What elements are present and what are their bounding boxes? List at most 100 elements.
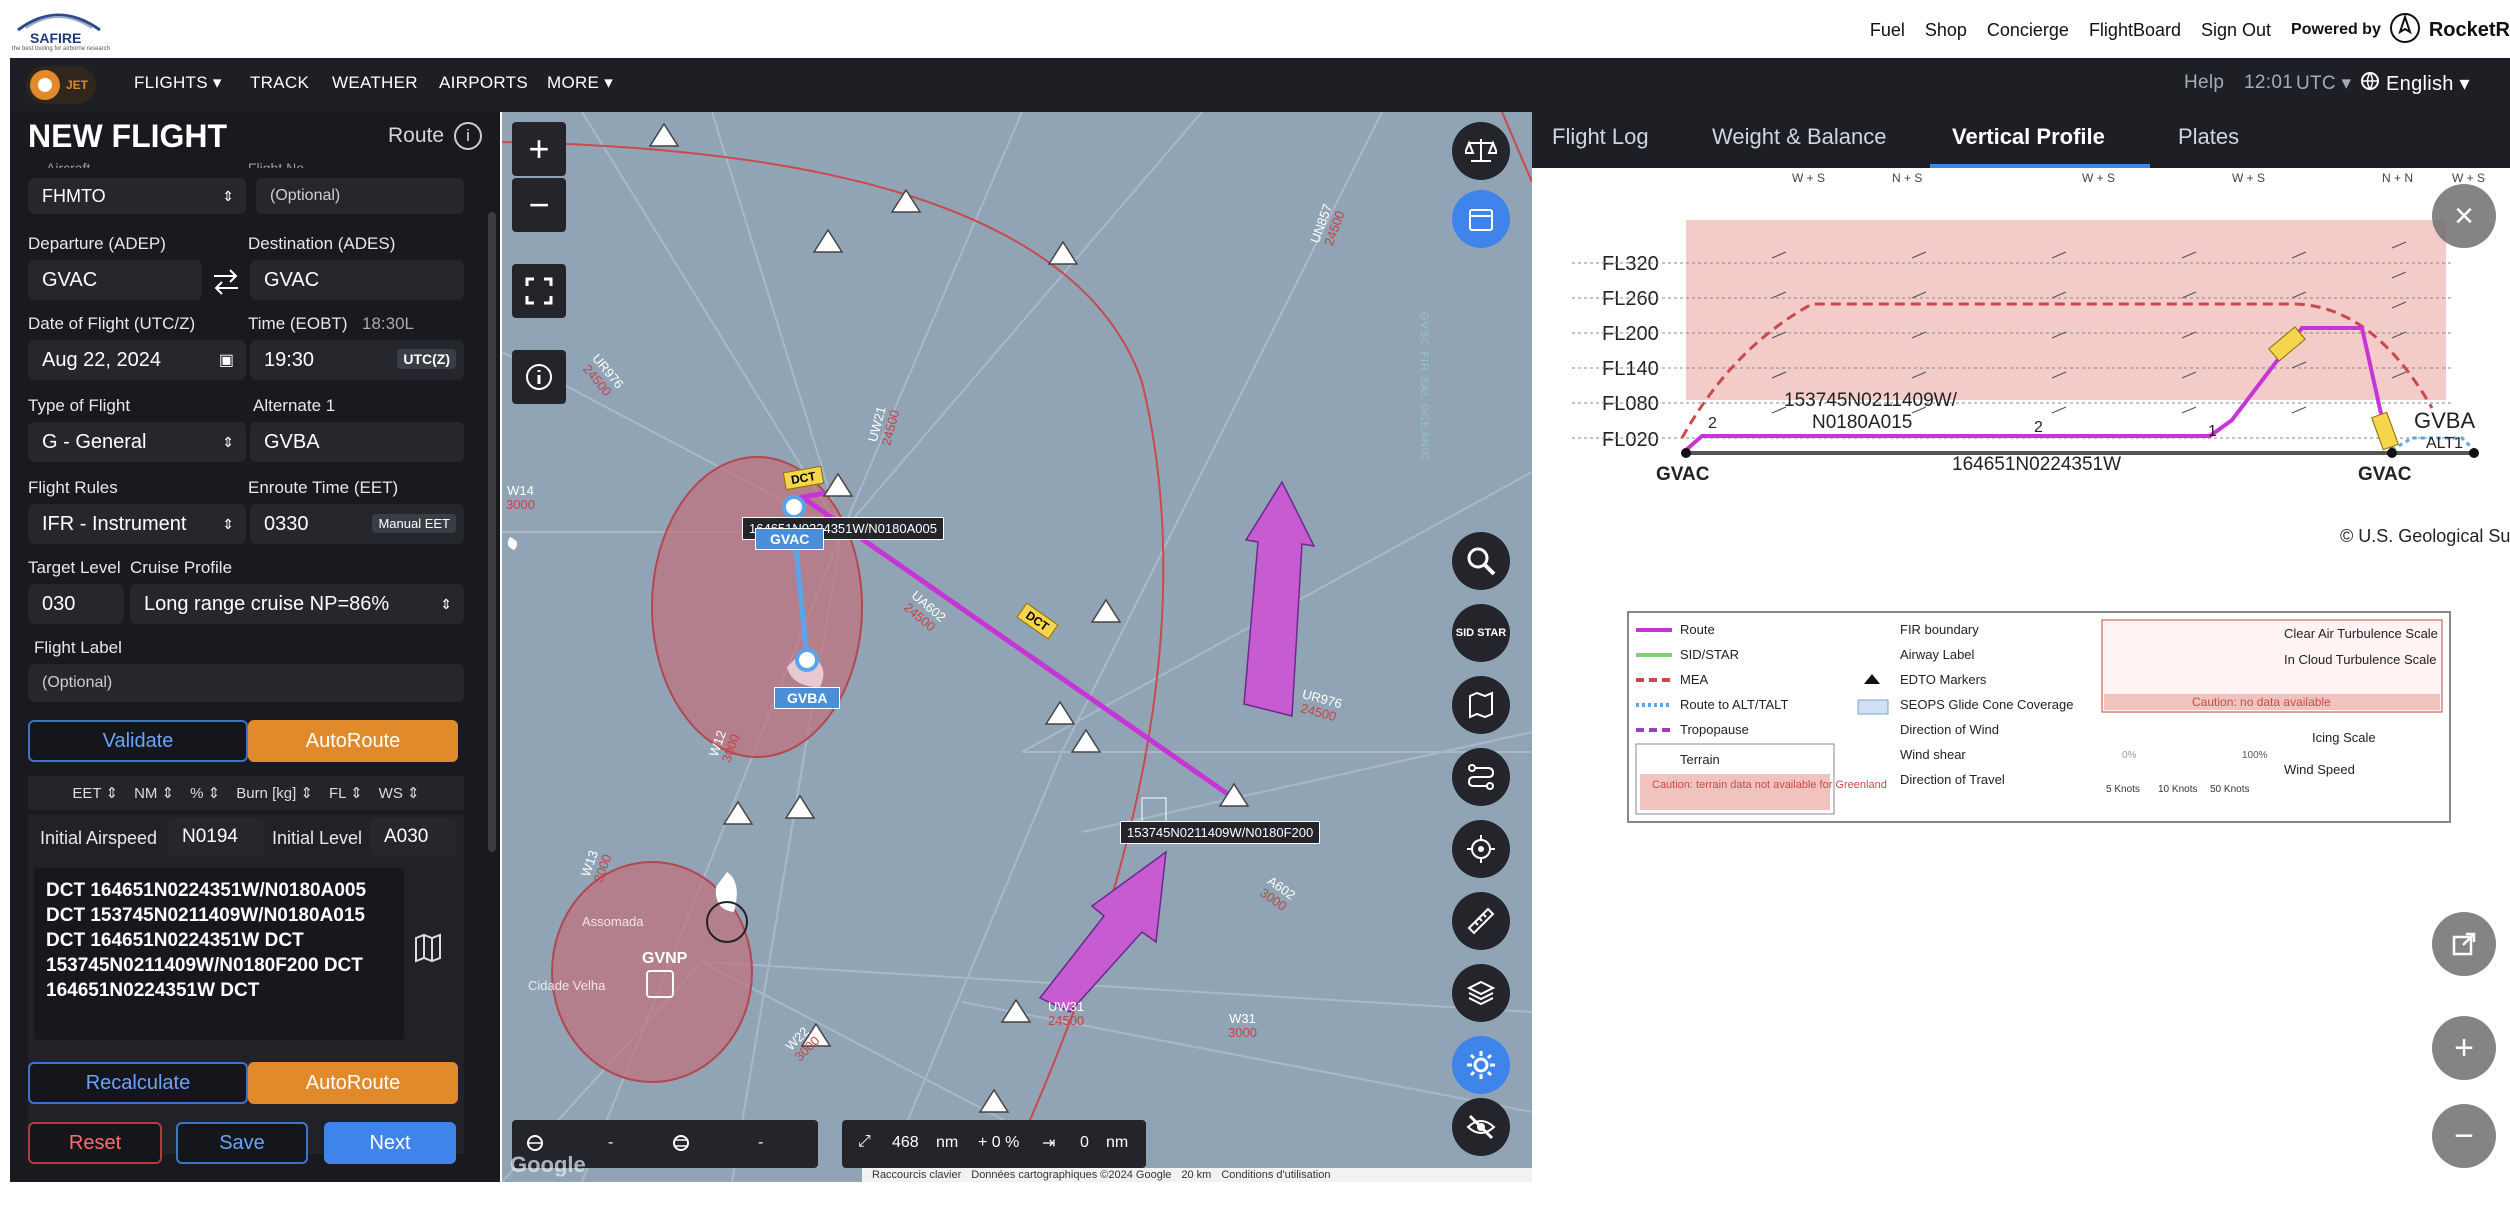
map-route-icon[interactable] bbox=[410, 930, 450, 970]
measure-button[interactable] bbox=[1452, 892, 1510, 950]
destination-input[interactable]: GVAC bbox=[250, 260, 464, 300]
svg-text:FL200: FL200 bbox=[1602, 323, 1659, 345]
nav-more[interactable]: MORE ▾ bbox=[547, 73, 613, 93]
shop-link[interactable]: Shop bbox=[1925, 20, 1967, 41]
alternate-input[interactable]: GVBA bbox=[250, 422, 464, 462]
nm-unit: nm bbox=[1106, 1134, 1129, 1151]
flightboard-link[interactable]: FlightBoard bbox=[2089, 20, 2181, 41]
reset-button[interactable]: Reset bbox=[28, 1122, 162, 1164]
col-fl[interactable]: FL ⇕ bbox=[329, 784, 363, 802]
zoom-out-fab[interactable]: − bbox=[2432, 1104, 2496, 1168]
nav-flights[interactable]: FLIGHTS ▾ bbox=[134, 73, 222, 93]
vertical-profile-panel: Flight Log Weight & Balance Vertical Pro… bbox=[1532, 112, 2510, 1182]
time-input[interactable]: 19:30 UTC(Z) bbox=[250, 340, 464, 380]
flight-map[interactable]: DCT DCT 164651N0224351W/N0180A005 153745… bbox=[502, 112, 1532, 1182]
airport-icon bbox=[646, 970, 674, 998]
aircraft-select[interactable]: FHMTO ⇕ bbox=[28, 178, 246, 214]
zoom-in-fab[interactable]: + bbox=[2432, 1016, 2496, 1080]
col-pct[interactable]: % ⇕ bbox=[190, 784, 220, 802]
open-external-button[interactable] bbox=[2432, 912, 2496, 976]
help-link[interactable]: Help bbox=[2184, 72, 2224, 94]
attr-shortcuts[interactable]: Raccourcis clavier bbox=[872, 1169, 961, 1181]
date-input[interactable]: Aug 22, 2024 ▣ bbox=[28, 340, 246, 380]
map-attribution: Raccourcis clavier Données cartographiqu… bbox=[862, 1168, 1532, 1182]
language-select[interactable]: English ▾ bbox=[2386, 71, 2470, 96]
layers-panel-button[interactable] bbox=[1452, 190, 1510, 248]
flat-globe-icon[interactable] bbox=[672, 1134, 690, 1157]
col-nm[interactable]: NM ⇕ bbox=[134, 784, 174, 802]
scale-button[interactable] bbox=[1452, 122, 1510, 180]
autoroute-button-2[interactable]: AutoRoute bbox=[248, 1062, 458, 1104]
airspeed-input[interactable]: N0194 bbox=[168, 818, 264, 856]
flightno-input[interactable]: (Optional) bbox=[256, 178, 464, 214]
target-input[interactable]: 030 bbox=[28, 584, 124, 624]
route-button[interactable] bbox=[1452, 748, 1510, 806]
info-icon[interactable]: i bbox=[454, 122, 482, 150]
nav-airports[interactable]: AIRPORTS bbox=[439, 73, 528, 93]
cruise-select[interactable]: Long range cruise NP=86% ⇕ bbox=[130, 584, 464, 624]
search-icon bbox=[1467, 547, 1496, 576]
signout-link[interactable]: Sign Out bbox=[2201, 20, 2271, 41]
chevron-updown-icon: ⇕ bbox=[222, 515, 234, 532]
airport-label-gvba[interactable]: GVBA bbox=[774, 687, 841, 709]
rules-select[interactable]: IFR - Instrument ⇕ bbox=[28, 504, 246, 544]
concierge-link[interactable]: Concierge bbox=[1987, 20, 2069, 41]
nav-track[interactable]: TRACK bbox=[250, 73, 309, 93]
swap-icon[interactable] bbox=[208, 264, 244, 298]
distance-icon: ⤢ bbox=[858, 1133, 871, 1150]
col-burn[interactable]: Burn [kg] ⇕ bbox=[236, 784, 313, 802]
tab-plates[interactable]: Plates bbox=[2178, 124, 2239, 150]
map-view-button[interactable] bbox=[1452, 676, 1510, 734]
layers-button[interactable] bbox=[1452, 964, 1510, 1022]
eet-input[interactable]: 0330 Manual EET bbox=[250, 504, 464, 544]
recalculate-button[interactable]: Recalculate bbox=[28, 1062, 248, 1104]
level-input[interactable]: A030 bbox=[370, 818, 456, 856]
waypoint-label[interactable]: 153745N0211409W/N0180F200 bbox=[1120, 821, 1321, 844]
aircraft-value: FHMTO bbox=[42, 185, 106, 206]
powered-by-label: Powered by bbox=[2291, 21, 2381, 38]
locate-button[interactable] bbox=[1452, 820, 1510, 878]
fullscreen-button[interactable] bbox=[512, 264, 566, 318]
airport-label-gvac[interactable]: GVAC bbox=[755, 528, 825, 550]
fuel-link[interactable]: Fuel bbox=[1870, 20, 1905, 41]
visibility-button[interactable] bbox=[1452, 1098, 1510, 1156]
tab-vertical-profile[interactable]: Vertical Profile bbox=[1952, 124, 2105, 150]
close-button[interactable]: × bbox=[2432, 184, 2496, 248]
type-select[interactable]: G - General ⇕ bbox=[28, 422, 246, 462]
zoom-in-button[interactable]: + bbox=[512, 122, 566, 176]
timezone-select[interactable]: UTC ▾ bbox=[2296, 72, 2351, 95]
start-airport: GVAC bbox=[1656, 464, 1710, 485]
panel-scrollbar[interactable] bbox=[488, 212, 496, 852]
tab-weight-balance[interactable]: Weight & Balance bbox=[1712, 124, 1886, 150]
departure-input[interactable]: GVAC bbox=[28, 260, 202, 300]
fir-label: GVSC FIR SAL OCEANIC bbox=[1418, 312, 1430, 461]
flightlabel-input[interactable]: (Optional) bbox=[28, 664, 464, 702]
map-info-button[interactable] bbox=[512, 350, 566, 404]
rules-value: IFR - Instrument bbox=[42, 512, 187, 535]
flightlabel-label: Flight Label bbox=[34, 638, 122, 657]
attr-terms[interactable]: Conditions d'utilisation bbox=[1221, 1169, 1330, 1181]
svg-text:Direction of Travel: Direction of Travel bbox=[1900, 772, 2005, 787]
safire-logo[interactable]: SAFIRE the best tooling for airborne res… bbox=[8, 4, 110, 54]
svg-text:0%: 0% bbox=[2122, 750, 2137, 761]
svg-text:Icing Scale: Icing Scale bbox=[2312, 730, 2376, 745]
validate-button[interactable]: Validate bbox=[28, 720, 248, 762]
svg-text:Wind Speed: Wind Speed bbox=[2284, 762, 2355, 777]
settings-button[interactable] bbox=[1452, 1036, 1510, 1094]
zoom-out-button[interactable]: − bbox=[512, 178, 566, 232]
save-button[interactable]: Save bbox=[176, 1122, 308, 1164]
nav-weather[interactable]: WEATHER bbox=[332, 73, 418, 93]
jet-logo-icon bbox=[30, 70, 60, 100]
calendar-icon[interactable]: ▣ bbox=[219, 350, 234, 370]
next-button[interactable]: Next bbox=[324, 1122, 456, 1164]
manual-eet-badge[interactable]: Manual EET bbox=[372, 514, 456, 533]
search-button[interactable] bbox=[1452, 532, 1510, 590]
chevron-updown-icon: ⇕ bbox=[440, 595, 452, 612]
col-ws[interactable]: WS ⇕ bbox=[379, 784, 420, 802]
sid-star-button[interactable]: SID STAR bbox=[1452, 604, 1510, 662]
tab-flight-log[interactable]: Flight Log bbox=[1552, 124, 1649, 150]
route-textarea[interactable]: DCT 164651N0224351W/N0180A005 DCT 153745… bbox=[34, 868, 404, 1040]
col-eet[interactable]: EET ⇕ bbox=[72, 784, 118, 802]
jet-logo[interactable]: JET bbox=[26, 66, 96, 104]
autoroute-button[interactable]: AutoRoute bbox=[248, 720, 458, 762]
